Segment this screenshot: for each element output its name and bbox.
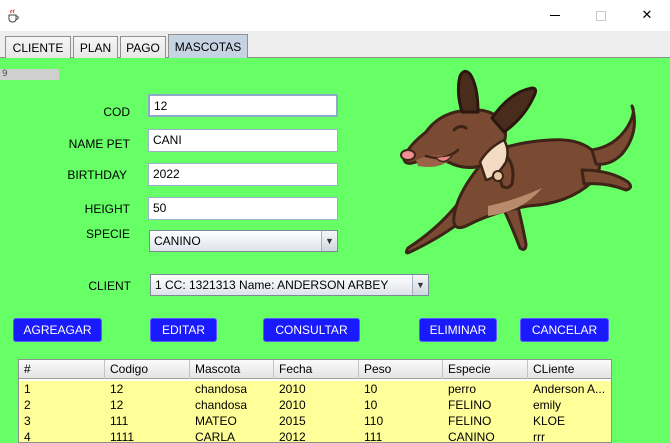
column-header-number[interactable]: #	[19, 360, 105, 379]
tab-cliente[interactable]: CLIENTE	[5, 36, 71, 58]
cell-fecha: 2010	[279, 382, 306, 396]
cell-especie: CANINO	[448, 430, 495, 443]
cell-codigo: 12	[110, 398, 124, 412]
table-header: # Codigo Mascota Fecha Peso Especie CLie…	[19, 360, 611, 379]
cell-codigo: 1111	[110, 430, 135, 443]
maximize-button[interactable]	[578, 0, 624, 31]
birthday-input[interactable]: 2022	[148, 163, 338, 186]
cell-mascota: chandosa	[195, 398, 248, 412]
cell-fecha: 2010	[279, 398, 306, 412]
cell-cliente: Anderson A...	[533, 382, 606, 396]
specie-selected-value: CANINO	[154, 234, 201, 248]
cell-codigo: 111	[110, 414, 129, 428]
cell-cliente: emily	[533, 398, 562, 412]
column-header-fecha[interactable]: Fecha	[274, 360, 359, 379]
tab-pago[interactable]: PAGO	[120, 36, 166, 58]
specie-label: SPECIE	[85, 227, 130, 241]
cell-mascota: chandosa	[195, 382, 248, 396]
client-selected-value: 1 CC: 1321313 Name: ANDERSON ARBEY	[155, 278, 389, 292]
cell-especie: FELINO	[448, 398, 492, 412]
cell-peso: 110	[364, 414, 384, 428]
chevron-down-icon: ▼	[412, 275, 428, 295]
cell-number: 2	[24, 398, 31, 412]
cell-number: 3	[24, 414, 31, 428]
name-pet-label: NAME PET	[68, 137, 130, 151]
cell-mascota: MATEO	[195, 414, 237, 428]
minimize-button[interactable]	[532, 0, 578, 31]
close-button[interactable]: ✕	[624, 0, 670, 31]
column-header-peso[interactable]: Peso	[359, 360, 443, 379]
mascotas-panel: 9 COD 12 NAME PET CANI BIRTHDAY 2022 HEI…	[0, 58, 670, 443]
client-label: CLIENT	[88, 279, 131, 293]
height-input[interactable]: 50	[148, 197, 338, 220]
name-pet-input[interactable]: CANI	[148, 129, 338, 152]
delete-button[interactable]: ELIMINAR	[419, 318, 497, 342]
cell-mascota: CARLA	[195, 430, 236, 443]
cell-cliente: rrr	[533, 430, 545, 443]
specie-select[interactable]: CANINO ▼	[149, 230, 338, 252]
birthday-label: BIRTHDAY	[67, 168, 127, 182]
cod-input[interactable]: 12	[148, 94, 338, 117]
table-row[interactable]: 3 111 MATEO 2015 110 FELINO KLOE	[19, 413, 611, 429]
table-row[interactable]: 1 12 chandosa 2010 10 perro Anderson A..…	[19, 381, 611, 397]
cell-cliente: KLOE	[533, 414, 566, 428]
tab-mascotas[interactable]: MASCOTAS	[168, 34, 248, 59]
table-row[interactable]: 2 12 chandosa 2010 10 FELINO emily	[19, 397, 611, 413]
cell-peso: 111	[364, 430, 383, 443]
cell-especie: perro	[448, 382, 477, 396]
record-id-field: 9	[0, 69, 59, 80]
cancel-button[interactable]: CANCELAR	[520, 318, 609, 342]
column-header-especie[interactable]: Especie	[443, 360, 528, 379]
pets-table[interactable]: # Codigo Mascota Fecha Peso Especie CLie…	[18, 359, 612, 443]
title-bar: ✕	[0, 0, 670, 31]
column-header-cliente[interactable]: CLiente	[528, 360, 611, 379]
cell-number: 4	[24, 430, 31, 443]
cell-peso: 10	[364, 382, 378, 396]
minimize-icon	[550, 15, 560, 16]
query-button[interactable]: CONSULTAR	[263, 318, 360, 342]
cell-number: 1	[24, 382, 31, 396]
tab-strip: CLIENTE PLAN PAGO MASCOTAS	[0, 31, 670, 59]
column-header-mascota[interactable]: Mascota	[190, 360, 274, 379]
tab-plan[interactable]: PLAN	[73, 36, 118, 58]
dog-illustration	[400, 69, 636, 255]
add-button[interactable]: AGREAGAR	[13, 318, 102, 342]
cod-label: COD	[103, 105, 130, 119]
cell-fecha: 2015	[279, 414, 306, 428]
edit-button[interactable]: EDITAR	[150, 318, 217, 342]
cell-especie: FELINO	[448, 414, 492, 428]
cell-peso: 10	[364, 398, 378, 412]
height-label: HEIGHT	[84, 202, 130, 216]
java-app-icon	[8, 9, 19, 23]
cell-codigo: 12	[110, 382, 124, 396]
client-select[interactable]: 1 CC: 1321313 Name: ANDERSON ARBEY ▼	[150, 274, 429, 296]
close-icon: ✕	[641, 8, 653, 23]
table-row[interactable]: 4 1111 CARLA 2012 111 CANINO rrr	[19, 429, 611, 443]
maximize-icon	[596, 10, 606, 21]
column-header-codigo[interactable]: Codigo	[105, 360, 190, 379]
chevron-down-icon: ▼	[321, 231, 337, 251]
cell-fecha: 2012	[279, 430, 306, 443]
